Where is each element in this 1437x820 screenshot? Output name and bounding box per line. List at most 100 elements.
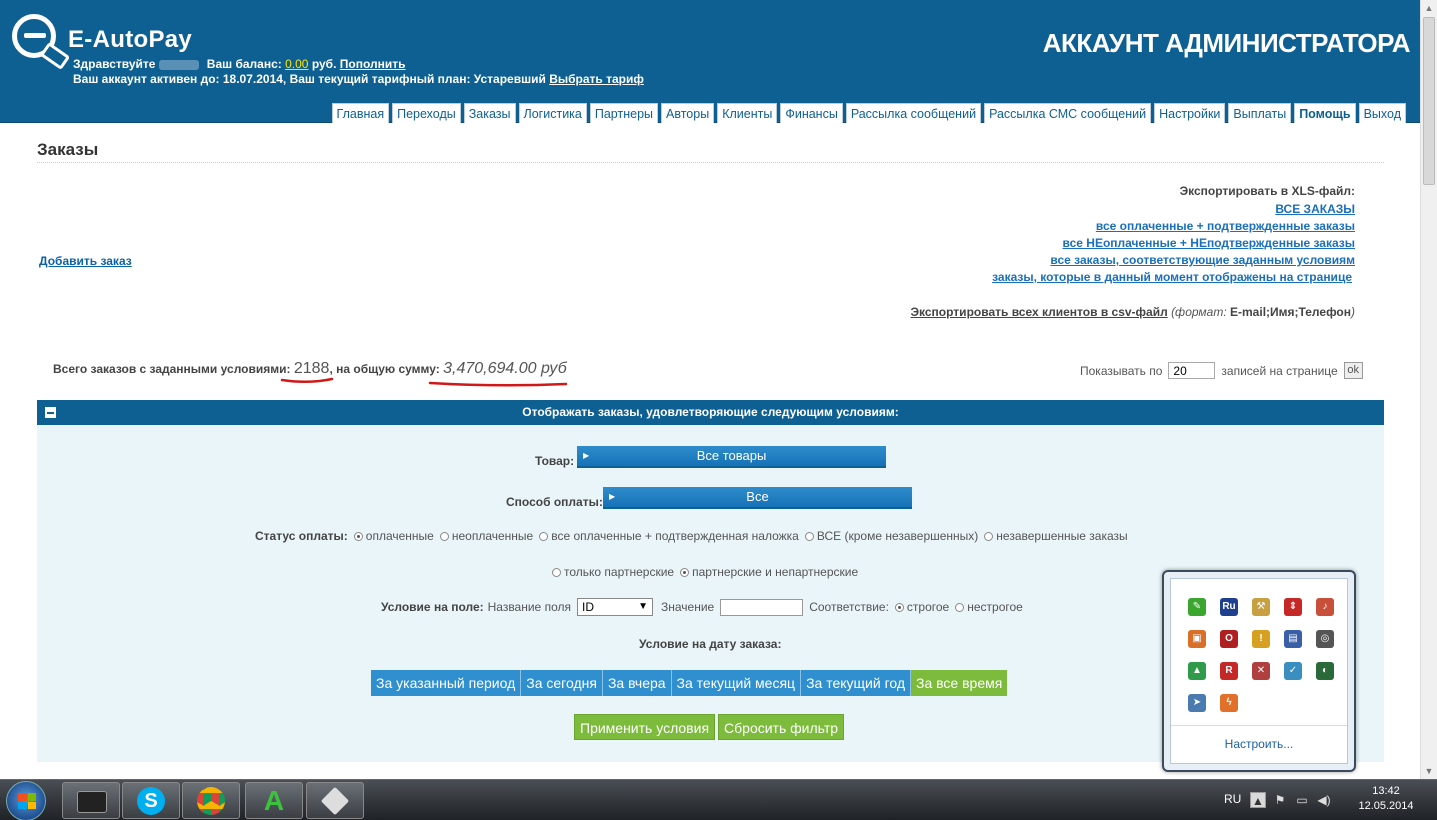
- period-custom-button[interactable]: За указанный период: [371, 670, 522, 696]
- radio-paid-plus-cod[interactable]: [539, 531, 549, 541]
- period-yesterday-button[interactable]: За вчера: [602, 670, 672, 696]
- per-page-ok-button[interactable]: ok: [1343, 362, 1363, 379]
- export-unpaid-unconfirmed-link[interactable]: все НЕоплаченные + НЕподтвержденные зака…: [992, 235, 1355, 252]
- choose-plan-link[interactable]: Выбрать тариф: [549, 72, 644, 86]
- field-name-label: Название поля: [487, 600, 571, 614]
- taskbar-app-skype[interactable]: S: [122, 782, 180, 819]
- radio-partner-and-nonpartner[interactable]: [680, 567, 690, 577]
- tray-icon-cell[interactable]: ➤: [1181, 687, 1213, 719]
- tray-icon-cell[interactable]: ✕: [1245, 655, 1277, 687]
- tray-icon-cell[interactable]: O: [1213, 623, 1245, 655]
- language-indicator[interactable]: RU: [1224, 792, 1241, 806]
- export-paid-confirmed-link[interactable]: все оплаченные + подтвержденные заказы: [992, 218, 1355, 235]
- radio-paid-label: оплаченные: [365, 529, 434, 543]
- period-year-button[interactable]: За текущий год: [801, 670, 912, 696]
- tray-icon-cell[interactable]: ✓: [1277, 655, 1309, 687]
- taskbar-app-tool[interactable]: [306, 782, 364, 819]
- tray-icon-cell[interactable]: ◎: [1309, 623, 1341, 655]
- tray-icon-cell[interactable]: !: [1245, 623, 1277, 655]
- network-icon[interactable]: ▭: [1294, 792, 1310, 808]
- balance-value[interactable]: 0.00: [285, 57, 308, 71]
- nav-tab-payouts[interactable]: Выплаты: [1228, 103, 1292, 123]
- nav-tab-sms-mailing[interactable]: Рассылка СМС сообщений: [984, 103, 1152, 123]
- nav-tab-logout[interactable]: Выход: [1358, 103, 1406, 123]
- apply-conditions-button[interactable]: Применить условия: [574, 714, 716, 740]
- payment-select[interactable]: ▶ Все: [603, 487, 912, 509]
- radio-unpaid[interactable]: [439, 531, 449, 541]
- totals-label: Всего заказов с заданными условиями:: [53, 362, 291, 376]
- tray-icon-cell[interactable]: ◐: [1309, 655, 1341, 687]
- topup-link[interactable]: Пополнить: [340, 57, 406, 71]
- tray-icon-cell[interactable]: ▣: [1181, 623, 1213, 655]
- nav-tab-orders[interactable]: Заказы: [463, 103, 516, 123]
- export-csv-link[interactable]: Экспортировать всех клиентов в csv-файл: [911, 305, 1168, 319]
- nav-tab-settings[interactable]: Настройки: [1154, 103, 1226, 123]
- nav-tab-mailing[interactable]: Рассылка сообщений: [845, 103, 982, 123]
- radio-partner-only[interactable]: [552, 567, 561, 577]
- per-page-input[interactable]: [1168, 362, 1216, 379]
- radio-strict[interactable]: [894, 602, 904, 612]
- radio-unfinished-label: незавершенные заказы: [996, 529, 1128, 543]
- add-order-link[interactable]: Добавить заказ: [39, 254, 132, 268]
- per-page-control: Показывать по записей на странице ok: [1080, 362, 1363, 379]
- monitor-icon: ▤: [1284, 630, 1302, 648]
- scroll-thumb[interactable]: [1423, 17, 1435, 185]
- export-displayed-link[interactable]: заказы, которые в данный момент отображе…: [992, 269, 1352, 286]
- globe-icon: ◐: [1316, 662, 1334, 680]
- nav-tab-transitions[interactable]: Переходы: [392, 103, 461, 123]
- nav-tab-help[interactable]: Помощь: [1294, 103, 1356, 123]
- nav-tab-finance[interactable]: Финансы: [780, 103, 843, 123]
- action-center-flag-icon[interactable]: ⚑: [1272, 792, 1288, 808]
- product-select[interactable]: ▶ Все товары: [577, 446, 886, 468]
- payment-label: Способ оплаты:: [506, 495, 603, 509]
- export-filtered-link[interactable]: все заказы, соответствующие заданным усл…: [992, 252, 1355, 269]
- tray-icon-cell[interactable]: ▤: [1277, 623, 1309, 655]
- value-input[interactable]: [720, 598, 804, 616]
- reset-filter-button[interactable]: Сбросить фильтр: [718, 714, 845, 740]
- radio-unfinished[interactable]: [984, 531, 994, 541]
- collapse-icon[interactable]: [45, 407, 56, 418]
- title-divider: [37, 162, 1384, 163]
- nav-tab-logistics[interactable]: Логистика: [518, 103, 587, 123]
- start-button[interactable]: [6, 781, 46, 820]
- clock[interactable]: 13:42 12.05.2014: [1354, 784, 1418, 814]
- period-month-button[interactable]: За текущий месяц: [671, 670, 802, 696]
- radio-all-except-unfinished-label: ВСЕ (кроме незавершенных): [816, 529, 979, 543]
- filter-title: Отображать заказы, удовлетворяющие следу…: [522, 405, 899, 419]
- folder-window-icon: [77, 791, 107, 813]
- nav-tab-authors[interactable]: Авторы: [661, 103, 715, 123]
- radio-all-except-unfinished[interactable]: [804, 531, 814, 541]
- period-all-time-button[interactable]: За все время: [911, 670, 1008, 696]
- scroll-up-icon[interactable]: ▲: [1421, 0, 1437, 16]
- tray-customize-link[interactable]: Настроить...: [1171, 737, 1347, 751]
- tray-icon-cell[interactable]: ♪: [1309, 591, 1341, 623]
- screen: E-AutoPay Здравствуйте Ваш баланс: 0.00 …: [0, 0, 1437, 820]
- taskbar-app-a[interactable]: A: [245, 782, 303, 819]
- tray-icon-cell[interactable]: R: [1213, 655, 1245, 687]
- nav-tab-partners[interactable]: Партнеры: [589, 103, 659, 123]
- radio-nonstrict[interactable]: [955, 602, 965, 612]
- nav-tab-home[interactable]: Главная: [331, 103, 390, 123]
- account-line: Ваш аккаунт активен до: 18.07.2014, Ваш …: [73, 72, 644, 86]
- taskbar-app-chrome[interactable]: [182, 782, 240, 819]
- csv-format: (формат: E-mail;Имя;Телефон): [1171, 305, 1355, 319]
- vertical-scrollbar[interactable]: ▲ ▼: [1420, 0, 1437, 779]
- taskbar-app-explorer[interactable]: [62, 782, 120, 819]
- tray-icon-cell[interactable]: ϟ: [1213, 687, 1245, 719]
- per-page-label: Показывать по: [1080, 363, 1163, 378]
- radio-paid[interactable]: [353, 531, 363, 541]
- scroll-down-icon[interactable]: ▼: [1421, 763, 1437, 779]
- tray-icon-cell[interactable]: ⇕: [1277, 591, 1309, 623]
- tray-icon-cell[interactable]: ✎: [1181, 591, 1213, 623]
- username-blurred: [159, 59, 200, 70]
- show-hidden-icons-icon[interactable]: ▲: [1250, 792, 1266, 808]
- period-today-button[interactable]: За сегодня: [521, 670, 603, 696]
- volume-icon[interactable]: ◀): [1316, 792, 1332, 808]
- tray-icon-cell[interactable]: Ru: [1213, 591, 1245, 623]
- tray-icon-cell[interactable]: ▲: [1181, 655, 1213, 687]
- nav-tab-clients[interactable]: Клиенты: [717, 103, 778, 123]
- tray-icon-cell[interactable]: ⚒: [1245, 591, 1277, 623]
- export-all-orders-link[interactable]: ВСЕ ЗАКАЗЫ: [992, 201, 1355, 218]
- field-name-select[interactable]: ID ▼: [576, 598, 653, 616]
- greeting-line: Здравствуйте Ваш баланс: 0.00 руб. Попол…: [73, 57, 406, 71]
